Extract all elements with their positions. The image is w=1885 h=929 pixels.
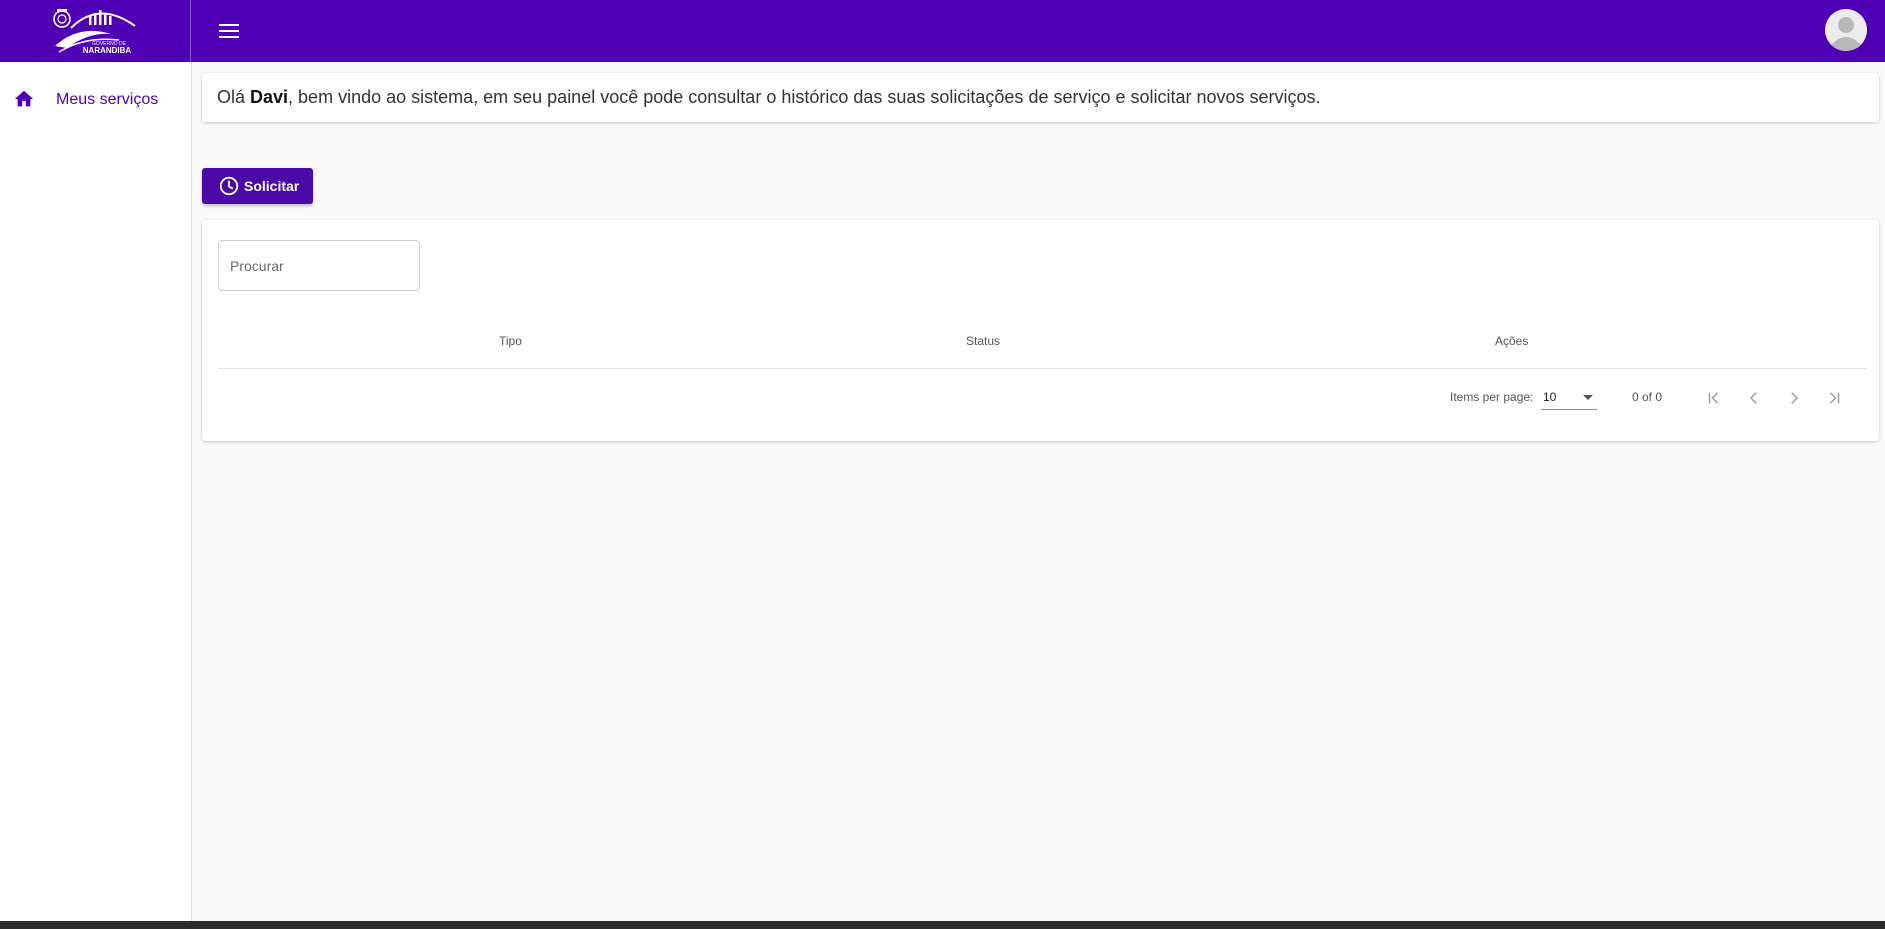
sidebar-item-meus-servicos[interactable]: Meus serviços: [0, 82, 191, 118]
top-bar: GOVERNO DE NARANDIBA: [0, 0, 1885, 62]
user-avatar[interactable]: [1825, 9, 1867, 51]
sidebar: Meus serviços: [0, 62, 192, 921]
welcome-message: , bem vindo ao sistema, em seu painel vo…: [288, 87, 1321, 107]
logo-emblem: GOVERNO DE NARANDIBA: [53, 9, 136, 55]
column-header-status[interactable]: Status: [966, 334, 1000, 348]
logo-line2: NARANDIBA: [83, 46, 132, 55]
menu-icon: [219, 24, 239, 38]
items-per-page-label: Items per page:: [1450, 390, 1534, 404]
welcome-banner: Olá Davi, bem vindo ao sistema, em seu p…: [202, 73, 1879, 122]
home-icon: [14, 90, 34, 107]
first-page-button[interactable]: [1700, 384, 1728, 412]
brand-logo[interactable]: GOVERNO DE NARANDIBA: [0, 0, 191, 62]
last-page-icon: [1829, 392, 1840, 404]
column-header-tipo[interactable]: Tipo: [499, 334, 522, 348]
previous-page-button[interactable]: [1740, 384, 1768, 412]
welcome-greeting: Olá: [217, 87, 251, 107]
welcome-user-name: Davi: [250, 87, 289, 107]
chevron-right-icon: [1791, 392, 1799, 404]
sidebar-item-label: Meus serviços: [56, 91, 159, 108]
last-page-button[interactable]: [1820, 384, 1848, 412]
page-size-select[interactable]: 10: [1541, 384, 1597, 410]
services-table-card: Tipo Status Ações Items per page: 10 0 o…: [202, 220, 1879, 441]
chevron-left-icon: [1749, 392, 1757, 404]
table-header-divider: [218, 368, 1866, 369]
search-input[interactable]: [218, 240, 420, 291]
page-size-value: 10: [1543, 390, 1557, 404]
column-header-acoes: Ações: [1495, 334, 1529, 348]
solicitar-label: Solicitar: [244, 178, 300, 194]
solicitar-button[interactable]: Solicitar: [202, 168, 313, 204]
clock-icon: [219, 176, 239, 196]
app-root: GOVERNO DE NARANDIBA Meus serviços Olá D…: [0, 0, 1885, 929]
first-page-icon: [1708, 392, 1719, 404]
window-bottom-edge: [0, 921, 1885, 929]
chevron-down-icon: [1583, 395, 1593, 400]
next-page-button[interactable]: [1780, 384, 1808, 412]
account-circle-icon: [1825, 9, 1867, 51]
menu-button[interactable]: [213, 15, 245, 47]
page-range-label: 0 of 0: [1632, 390, 1663, 404]
